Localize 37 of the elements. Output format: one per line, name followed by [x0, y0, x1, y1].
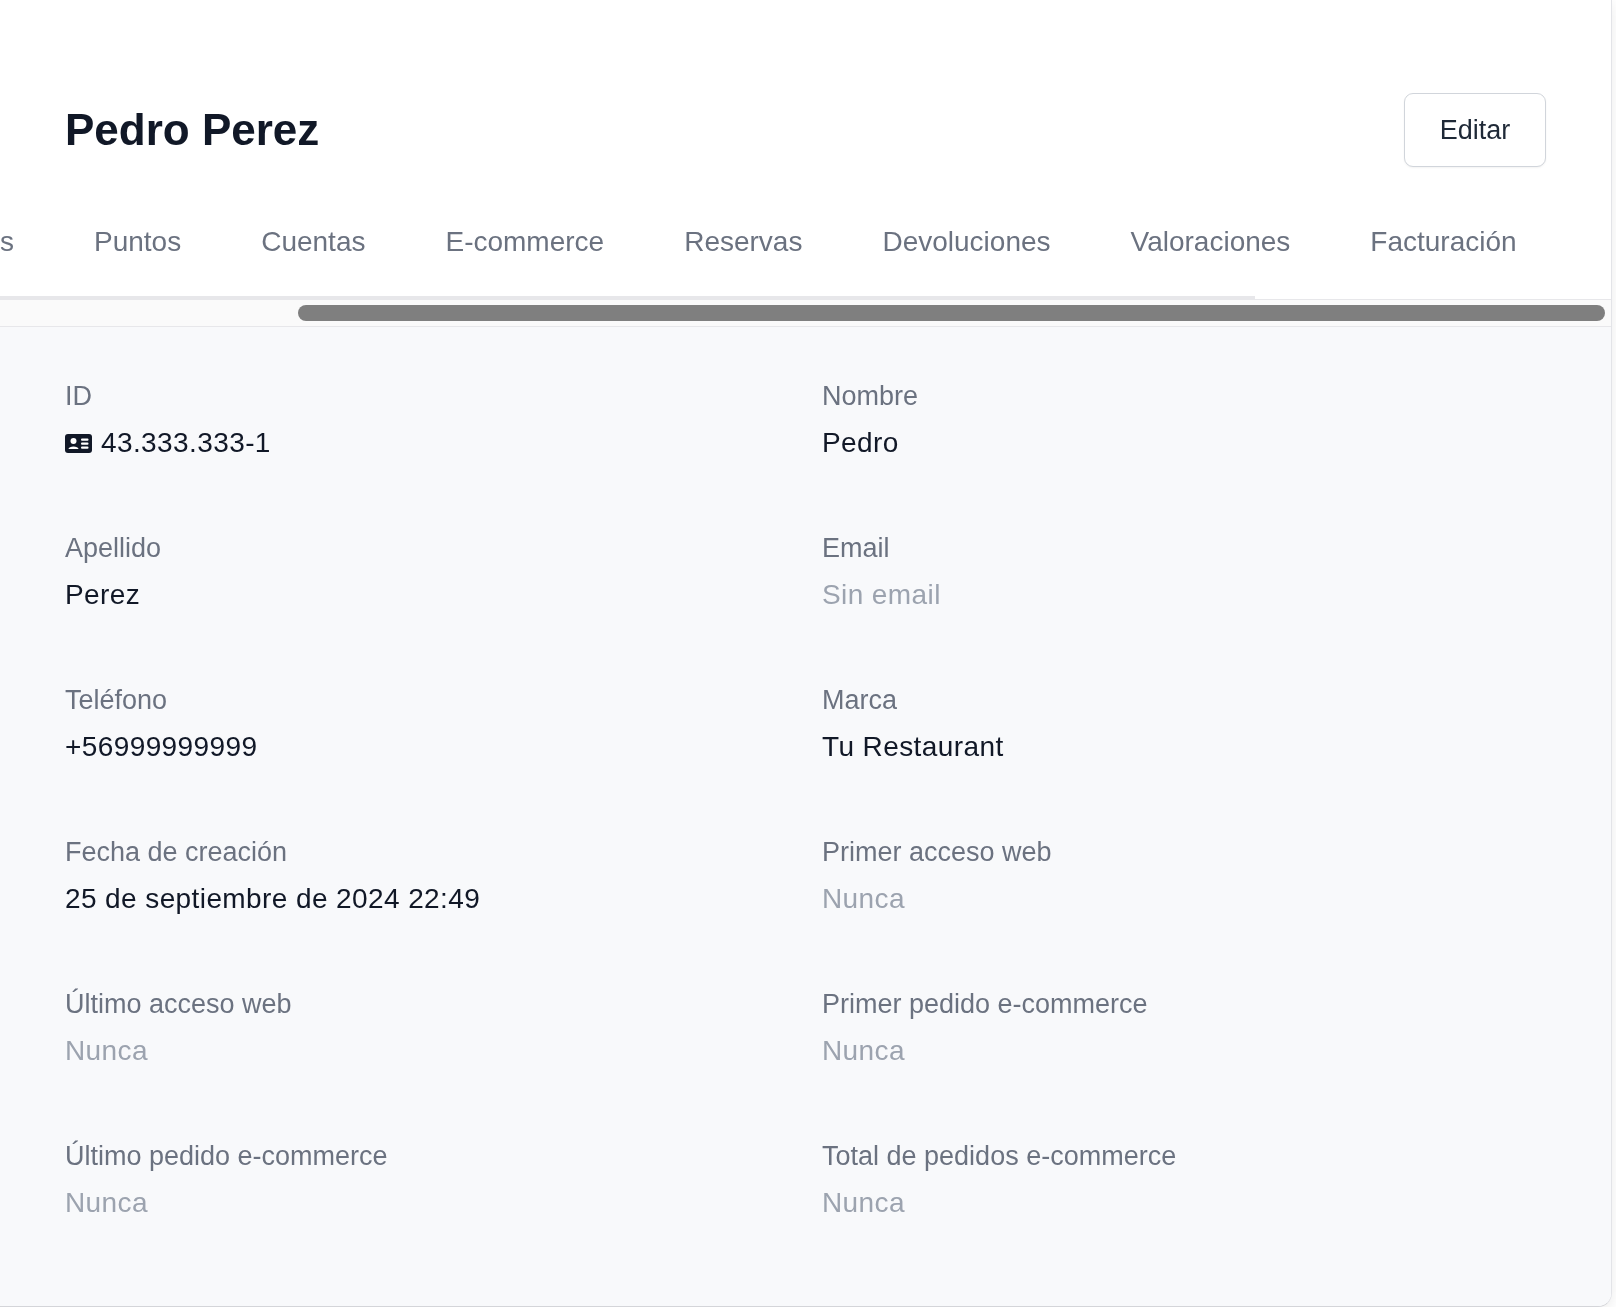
field-label: Total de pedidos e-commerce [822, 1140, 1178, 1173]
tab[interactable]: Reservas [684, 225, 803, 296]
tab[interactable]: Puntos [94, 225, 182, 296]
field-label: Último acceso web [65, 987, 293, 1021]
field-value: Nunca [65, 1186, 148, 1220]
field-value: Nunca [822, 882, 905, 916]
field-label: Último pedido e-commerce [65, 1139, 389, 1173]
field-label: Primer pedido e-commerce [822, 988, 1149, 1021]
field-value: Sin email [822, 578, 941, 612]
field-label: Primer acceso web [822, 836, 1053, 869]
tab[interactable]: E-commerce [445, 225, 605, 296]
id-card-icon [65, 433, 92, 453]
field-value: Nunca [822, 1034, 905, 1068]
field-value: Tu Restaurant [822, 730, 1004, 764]
tab[interactable]: Devoluciones [882, 225, 1051, 296]
edit-button[interactable]: Editar [1404, 93, 1546, 167]
field-label: Nombre [822, 380, 920, 413]
field-label: Fecha de creación [65, 836, 289, 869]
field-value: Perez [65, 578, 141, 612]
field-value: Pedro [822, 426, 899, 460]
page-title: Pedro Perez [65, 104, 320, 156]
field-label: Teléfono [65, 684, 169, 717]
field-value: Nunca [65, 1034, 148, 1068]
field-value: +56999999999 [65, 730, 258, 764]
scrollbar-track[interactable] [0, 299, 1611, 327]
tab[interactable]: Cuentas [261, 225, 366, 296]
field-label: Email [822, 532, 891, 565]
scrollbar-thumb[interactable] [298, 305, 1605, 321]
field-label: ID [65, 380, 93, 413]
field-value: Nunca [822, 1186, 905, 1220]
field-value: 43.333.333-1 [101, 426, 271, 460]
tab[interactable]: Facturación [1370, 225, 1517, 296]
tab[interactable]: s [0, 225, 14, 296]
field-label: Marca [822, 684, 898, 717]
field-value: 25 de septiembre de 2024 22:49 [65, 882, 481, 916]
field-label: Apellido [65, 532, 163, 565]
tab[interactable]: Valoraciones [1130, 225, 1291, 296]
